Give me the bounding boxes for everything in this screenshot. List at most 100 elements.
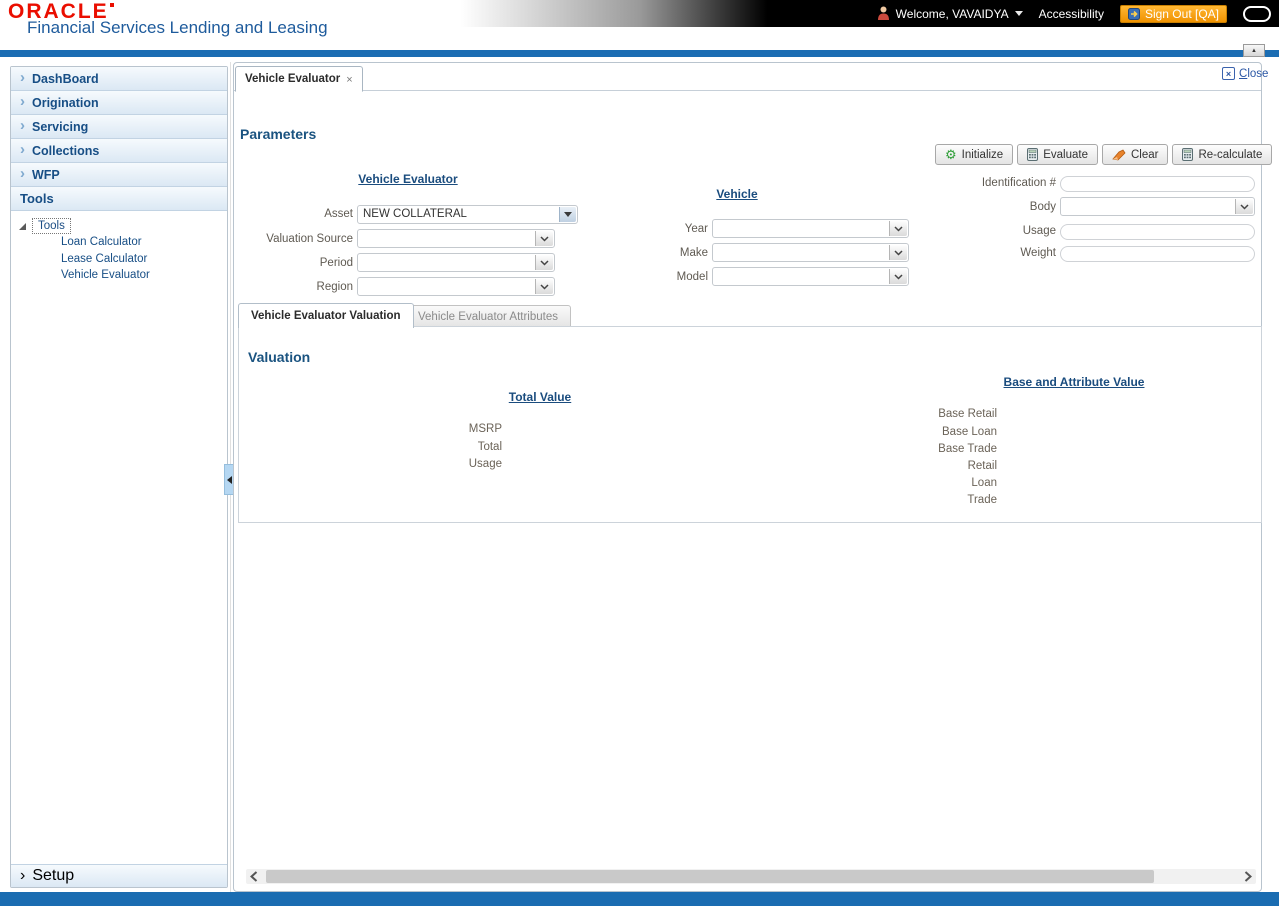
weight-field-wrap <box>1060 244 1255 262</box>
make-label: Make <box>679 247 708 259</box>
user-menu-caret-icon <box>1014 11 1023 16</box>
sidebar-item-tools[interactable]: Tools <box>11 187 227 211</box>
recalculate-button[interactable]: Re-calculate <box>1172 144 1273 165</box>
identification-label: Identification # <box>981 177 1056 189</box>
oracle-registered-mark <box>109 3 114 7</box>
valuation-source-dropdown-button[interactable] <box>535 231 553 246</box>
sign-out-button[interactable]: Sign Out [QA] <box>1119 4 1227 23</box>
usage-value-label: Usage <box>468 458 502 470</box>
usage-field-wrap <box>1060 222 1255 240</box>
year-dropdown-button[interactable] <box>889 221 907 236</box>
body-select[interactable] <box>1060 197 1255 216</box>
make-select[interactable] <box>712 243 909 262</box>
valuation-source-select[interactable] <box>357 229 555 248</box>
tree-link-lease-calculator[interactable]: Lease Calculator <box>61 253 147 265</box>
horizontal-scrollbar[interactable] <box>246 869 1256 884</box>
body-label: Body <box>1029 201 1056 213</box>
scroll-right-button[interactable] <box>1240 869 1256 884</box>
chevron-down-icon <box>540 259 549 266</box>
retail-label: Retail <box>967 460 997 472</box>
sidebar-item-label: Origination <box>32 95 99 110</box>
accessibility-link[interactable]: Accessibility <box>1039 7 1104 21</box>
oval-indicator-icon[interactable] <box>1243 5 1271 22</box>
sidebar-item-label: Tools <box>20 191 54 206</box>
initialize-button[interactable]: ⚙ Initialize <box>935 144 1014 165</box>
make-dropdown-button[interactable] <box>889 245 907 260</box>
chevron-right-icon: › <box>20 117 25 134</box>
tools-tree-root[interactable]: Tools <box>19 218 71 234</box>
loan-label: Loan <box>971 477 997 489</box>
footer-bar <box>0 892 1279 906</box>
sidebar-item-label: WFP <box>32 167 60 182</box>
evaluate-button[interactable]: Evaluate <box>1017 144 1098 165</box>
usage-input[interactable] <box>1060 224 1255 240</box>
model-dropdown-button[interactable] <box>889 269 907 284</box>
base-retail-label: Base Retail <box>938 408 997 420</box>
parameters-toolbar: ⚙ Initialize Evaluate Clear Re-calculate <box>935 144 1273 165</box>
chevron-down-icon <box>894 249 903 256</box>
header-divider-bar <box>0 50 1279 57</box>
base-loan-label: Base Loan <box>942 426 997 438</box>
sidebar-item-label: Setup <box>32 867 75 884</box>
body-dropdown-button[interactable] <box>1235 199 1253 214</box>
close-control[interactable]: × Close <box>1222 67 1268 80</box>
chevron-right-icon: › <box>20 141 25 158</box>
tab-vehicle-evaluator[interactable]: Vehicle Evaluator × <box>235 66 363 92</box>
eraser-icon <box>1112 148 1126 160</box>
asset-dropdown-button[interactable] <box>559 207 576 222</box>
trade-label: Trade <box>967 494 997 506</box>
clear-button[interactable]: Clear <box>1101 144 1169 165</box>
year-select[interactable] <box>712 219 909 238</box>
close-label: Close <box>1239 67 1269 80</box>
weight-input[interactable] <box>1060 246 1255 262</box>
tab-close-icon[interactable]: × <box>346 74 352 86</box>
sidebar-item-label: Collections <box>32 143 100 158</box>
usage-label: Usage <box>1022 225 1056 237</box>
scrollbar-thumb[interactable] <box>266 870 1154 883</box>
asset-combobox[interactable]: NEW COLLATERAL <box>357 205 578 224</box>
tab-vehicle-evaluator-valuation[interactable]: Vehicle Evaluator Valuation <box>238 303 414 328</box>
total-value-heading: Total Value <box>508 390 572 404</box>
scroll-left-button[interactable] <box>246 869 262 884</box>
tree-expanded-icon <box>19 222 26 230</box>
base-attribute-value-heading: Base and Attribute Value <box>1003 375 1145 389</box>
total-label: Total <box>477 441 502 453</box>
identification-input[interactable] <box>1060 176 1255 192</box>
chevron-right-icon: › <box>20 165 25 182</box>
close-box-icon: × <box>1222 67 1235 80</box>
region-select[interactable] <box>357 277 555 296</box>
user-icon <box>877 6 889 20</box>
model-select[interactable] <box>712 267 909 286</box>
close-x-glyph: × <box>1225 68 1232 79</box>
vehicle-evaluator-section-heading: Vehicle Evaluator <box>358 172 458 186</box>
chevron-down-icon <box>894 225 903 232</box>
sidebar-item-collections[interactable]: › Collections <box>11 139 227 163</box>
sidebar-item-label: DashBoard <box>32 71 99 86</box>
tab-title: Vehicle Evaluator <box>245 73 341 85</box>
collapse-header-button[interactable]: ▲ <box>1243 44 1265 57</box>
weight-label: Weight <box>1020 247 1056 259</box>
chevron-down-icon <box>540 235 549 242</box>
region-label: Region <box>316 281 353 293</box>
caret-up-icon: ▲ <box>1251 47 1257 54</box>
chevron-right-icon: › <box>20 93 25 110</box>
parameters-heading: Parameters <box>240 126 317 142</box>
tree-link-vehicle-evaluator[interactable]: Vehicle Evaluator <box>61 269 150 281</box>
user-menu[interactable]: Welcome, VAVAIDYA <box>877 6 1023 21</box>
sidebar-item-dashboard[interactable]: › DashBoard <box>11 67 227 91</box>
period-select[interactable] <box>357 253 555 272</box>
tree-link-loan-calculator[interactable]: Loan Calculator <box>61 236 142 248</box>
recalculate-label: Re-calculate <box>1198 148 1263 161</box>
period-dropdown-button[interactable] <box>535 255 553 270</box>
sidebar-item-servicing[interactable]: › Servicing <box>11 115 227 139</box>
chevron-right-icon: › <box>20 69 25 86</box>
sidebar-item-wfp[interactable]: › WFP <box>11 163 227 187</box>
chevron-right-icon: › <box>20 867 26 884</box>
sidebar-item-origination[interactable]: › Origination <box>11 91 227 115</box>
asset-value: NEW COLLATERAL <box>363 208 467 220</box>
gear-icon: ⚙ <box>945 147 957 162</box>
valuation-source-label: Valuation Source <box>266 233 353 245</box>
region-dropdown-button[interactable] <box>535 279 553 294</box>
sidebar: › DashBoard › Origination › Servicing › … <box>10 66 228 888</box>
sidebar-item-setup[interactable]: › Setup <box>11 864 227 887</box>
